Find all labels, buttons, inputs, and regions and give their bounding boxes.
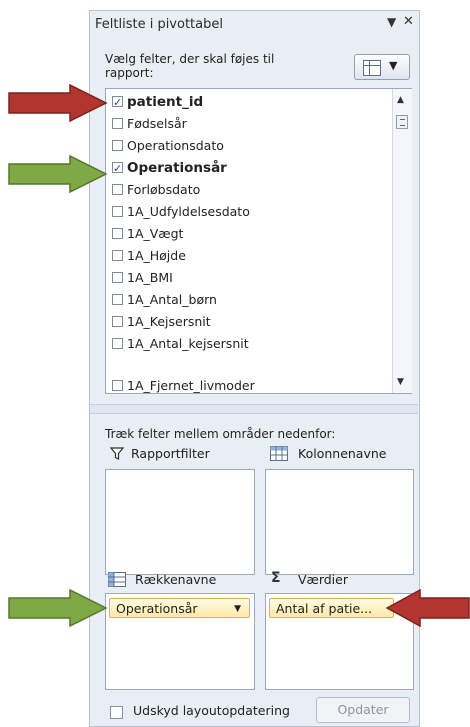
green-arrow-annotation (8, 155, 108, 193)
field-label: Forløbsdato (127, 182, 201, 197)
areas-instruction: Træk felter mellem områder nedenfor: (105, 427, 336, 441)
update-button[interactable]: Opdater (316, 697, 410, 723)
close-icon[interactable]: ✕ (403, 14, 414, 29)
pane-menu-button[interactable]: ▼ (387, 15, 396, 29)
field-label: Operationsår (127, 160, 227, 176)
defer-layout-checkbox[interactable] (110, 706, 123, 719)
defer-layout-label: Udskyd layoutopdatering (133, 703, 290, 718)
sigma-icon: Σ (271, 570, 281, 586)
chevron-down-icon[interactable]: ▼ (234, 599, 241, 619)
field-checkbox[interactable] (112, 140, 123, 151)
row-field-chip-operationsaar[interactable]: Operationsår ▼ (109, 598, 250, 618)
field-checkbox[interactable] (112, 316, 123, 327)
field-checkbox[interactable] (112, 228, 123, 239)
field-label: 1A_Kejsersnit (127, 314, 211, 329)
scroll-down-icon[interactable]: ▼ (397, 377, 404, 387)
values-label: Værdier (298, 572, 348, 587)
chip-label: Antal af patie... (276, 601, 373, 616)
report-filter-drop-area[interactable] (105, 469, 255, 575)
field-checkbox[interactable] (112, 338, 123, 349)
field-label: Operationsdato (127, 138, 224, 153)
pane-title: Feltliste i pivottabel (95, 17, 223, 32)
field-checkbox[interactable] (112, 250, 123, 261)
red-arrow-annotation (386, 589, 470, 627)
report-filter-label: Rapportfilter (131, 446, 210, 461)
layout-options-button[interactable]: ▼ (354, 54, 410, 80)
chevron-down-icon: ▼ (389, 59, 398, 72)
scroll-up-icon[interactable]: ▲ (397, 95, 404, 105)
field-label: 1A_Antal_kejsersnit (127, 336, 249, 351)
field-label: 1A_Fjernet_livmoder (127, 378, 255, 393)
row-labels-drop-area[interactable]: Operationsår ▼ (105, 593, 255, 690)
field-label: 1A_Vægt (127, 226, 184, 241)
scroll-thumb[interactable] (396, 115, 408, 129)
value-field-chip-count[interactable]: Antal af patie... (269, 598, 394, 618)
row-labels-icon (108, 572, 126, 587)
field-label: 1A_BMI (127, 270, 173, 285)
red-arrow-annotation (8, 84, 108, 122)
field-list: patient_id Fødselsår Operationsdato Oper… (105, 88, 412, 394)
green-arrow-annotation (8, 589, 108, 627)
field-checkbox[interactable] (112, 294, 123, 305)
field-checkbox[interactable] (112, 118, 123, 129)
row-labels-label: Rækkenavne (135, 572, 217, 587)
field-checkbox[interactable] (112, 272, 123, 283)
field-checkbox[interactable] (112, 380, 123, 391)
field-label: patient_id (127, 94, 204, 110)
field-list-scrollbar[interactable]: ▲ ▼ (392, 89, 412, 393)
field-checkbox[interactable] (112, 92, 123, 114)
filter-icon (110, 447, 124, 460)
column-labels-icon (270, 446, 288, 461)
column-labels-label: Kolonnenavne (298, 446, 387, 461)
field-checkbox[interactable] (112, 158, 123, 180)
field-label: Fødselsår (127, 116, 187, 131)
field-checkbox[interactable] (112, 184, 123, 195)
field-label: 1A_Højde (127, 248, 186, 263)
section-splitter[interactable] (90, 404, 418, 414)
field-label: 1A_Antal_børn (127, 292, 217, 307)
layout-grid-icon (363, 60, 381, 76)
field-label: 1A_Udfyldelsesdato (127, 204, 250, 219)
chip-label: Operationsår (116, 601, 198, 616)
field-prompt: Vælg felter, der skal føjes til rapport: (105, 52, 275, 80)
column-labels-drop-area[interactable] (265, 469, 414, 575)
field-checkbox[interactable] (112, 206, 123, 217)
